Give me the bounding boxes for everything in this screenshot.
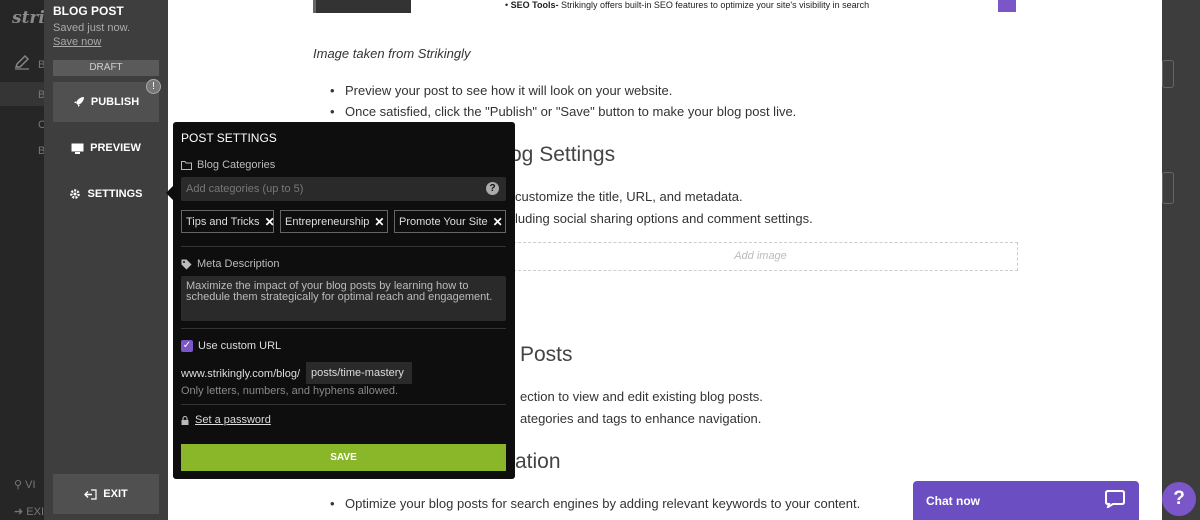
- help-button[interactable]: ?: [1162, 482, 1196, 516]
- set-password-row: Set a password: [181, 414, 271, 426]
- category-tag: Tips and Tricks ✕: [181, 210, 275, 233]
- custom-url-label: Use custom URL: [198, 340, 282, 352]
- seo-line-text: Strikingly offers built-in SEO features …: [558, 0, 870, 10]
- page-image-corner: [998, 0, 1016, 12]
- right-edge-control[interactable]: [1162, 172, 1174, 204]
- help-icon[interactable]: ?: [486, 182, 499, 195]
- url-prefix: www.strikingly.com/blog/: [181, 368, 300, 380]
- list-item: Once satisfied, click the "Publish" or "…: [330, 104, 796, 119]
- category-tag-label: Promote Your Site: [399, 215, 488, 228]
- settings-label: SETTINGS: [87, 188, 143, 200]
- list-item: ection to view and edit existing blog po…: [520, 389, 763, 404]
- list-item: luding social sharing options and commen…: [515, 211, 813, 226]
- add-image-placeholder[interactable]: Add image: [503, 242, 1018, 271]
- pen-icon: [14, 54, 30, 70]
- meta-description-label: Meta Description: [181, 258, 280, 270]
- app-bottom-text: EXI: [26, 506, 45, 518]
- exit-icon: [84, 488, 97, 500]
- url-slug-input[interactable]: posts/time-mastery: [306, 362, 412, 384]
- monitor-icon: [71, 143, 84, 154]
- chat-bubble-icon: [1105, 490, 1125, 508]
- categories-input[interactable]: Add categories (up to 5): [181, 177, 506, 201]
- app-bottom-label: ⚲ VI: [14, 479, 36, 491]
- exit-button[interactable]: EXIT: [53, 474, 159, 514]
- remove-tag-icon[interactable]: ✕: [374, 215, 384, 229]
- popover-title: POST SETTINGS: [181, 131, 277, 145]
- section-heading: Posts: [520, 343, 573, 366]
- category-tag: Promote Your Site ✕: [394, 210, 506, 233]
- gear-icon: [69, 188, 81, 200]
- preview-label: PREVIEW: [90, 142, 141, 154]
- list-item: Optimize your blog posts for search engi…: [330, 496, 860, 511]
- set-password-link[interactable]: Set a password: [195, 414, 271, 426]
- app-bottom-label: ➜ EXI: [14, 506, 45, 518]
- popover-arrow: [166, 186, 173, 200]
- categories-label: Blog Categories: [181, 159, 275, 171]
- page-seo-line: • SEO Tools- Strikingly offers built-in …: [505, 0, 870, 10]
- meta-label-text: Meta Description: [197, 258, 280, 270]
- draft-badge: DRAFT: [53, 60, 159, 76]
- post-settings-popover: POST SETTINGS Blog Categories Add catego…: [173, 122, 515, 479]
- page-image-thumbnail: [313, 0, 411, 13]
- chat-now-widget[interactable]: Chat now: [913, 481, 1139, 520]
- folder-icon: [181, 160, 192, 170]
- sidebar-title: BLOG POST: [53, 4, 124, 18]
- section-divider: [181, 328, 506, 329]
- publish-label: PUBLISH: [90, 96, 140, 108]
- app-bottom-text: VI: [25, 479, 36, 491]
- meta-description-textarea[interactable]: Maximize the impact of your blog posts b…: [181, 276, 506, 321]
- rocket-icon: [73, 96, 85, 108]
- seo-line-bold: SEO Tools-: [510, 0, 559, 10]
- list-item: ategories and tags to enhance navigation…: [520, 411, 762, 426]
- settings-button[interactable]: SETTINGS: [53, 174, 159, 214]
- publish-button[interactable]: PUBLISH: [53, 82, 159, 122]
- section-heading: og Settings: [510, 143, 616, 166]
- category-tag: Entrepreneurship ✕: [280, 210, 388, 233]
- section-divider: [181, 404, 506, 405]
- blog-post-sidebar: BLOG POST Saved just now. Save now DRAFT…: [44, 0, 168, 520]
- custom-url-checkbox[interactable]: ✓: [181, 340, 193, 352]
- section-divider: [181, 246, 506, 247]
- list-item: Preview your post to see how it will loo…: [330, 83, 672, 98]
- image-caption: Image taken from Strikingly: [313, 46, 471, 61]
- section-heading: ation: [515, 450, 561, 473]
- right-edge-control[interactable]: [1162, 60, 1174, 88]
- preview-button[interactable]: PREVIEW: [53, 128, 159, 168]
- category-tag-label: Entrepreneurship: [285, 215, 370, 228]
- chat-now-label: Chat now: [926, 494, 980, 508]
- list-item: customize the title, URL, and metadata.: [515, 189, 743, 204]
- remove-tag-icon[interactable]: ✕: [493, 215, 503, 229]
- app-left-strip: strik B B C B ⚲ VI ➜ EXI: [0, 0, 57, 520]
- save-button[interactable]: SAVE: [181, 444, 506, 471]
- url-hint: Only letters, numbers, and hyphens allow…: [181, 385, 399, 397]
- tag-icon: [181, 259, 192, 270]
- save-status: Saved just now.: [53, 22, 131, 34]
- lock-icon: [181, 415, 189, 425]
- exit-label: EXIT: [103, 488, 128, 500]
- publish-alert-badge: !: [146, 79, 161, 94]
- save-now-link[interactable]: Save now: [53, 36, 101, 48]
- categories-label-text: Blog Categories: [197, 159, 276, 171]
- category-tag-label: Tips and Tricks: [186, 215, 260, 228]
- remove-tag-icon[interactable]: ✕: [265, 215, 275, 229]
